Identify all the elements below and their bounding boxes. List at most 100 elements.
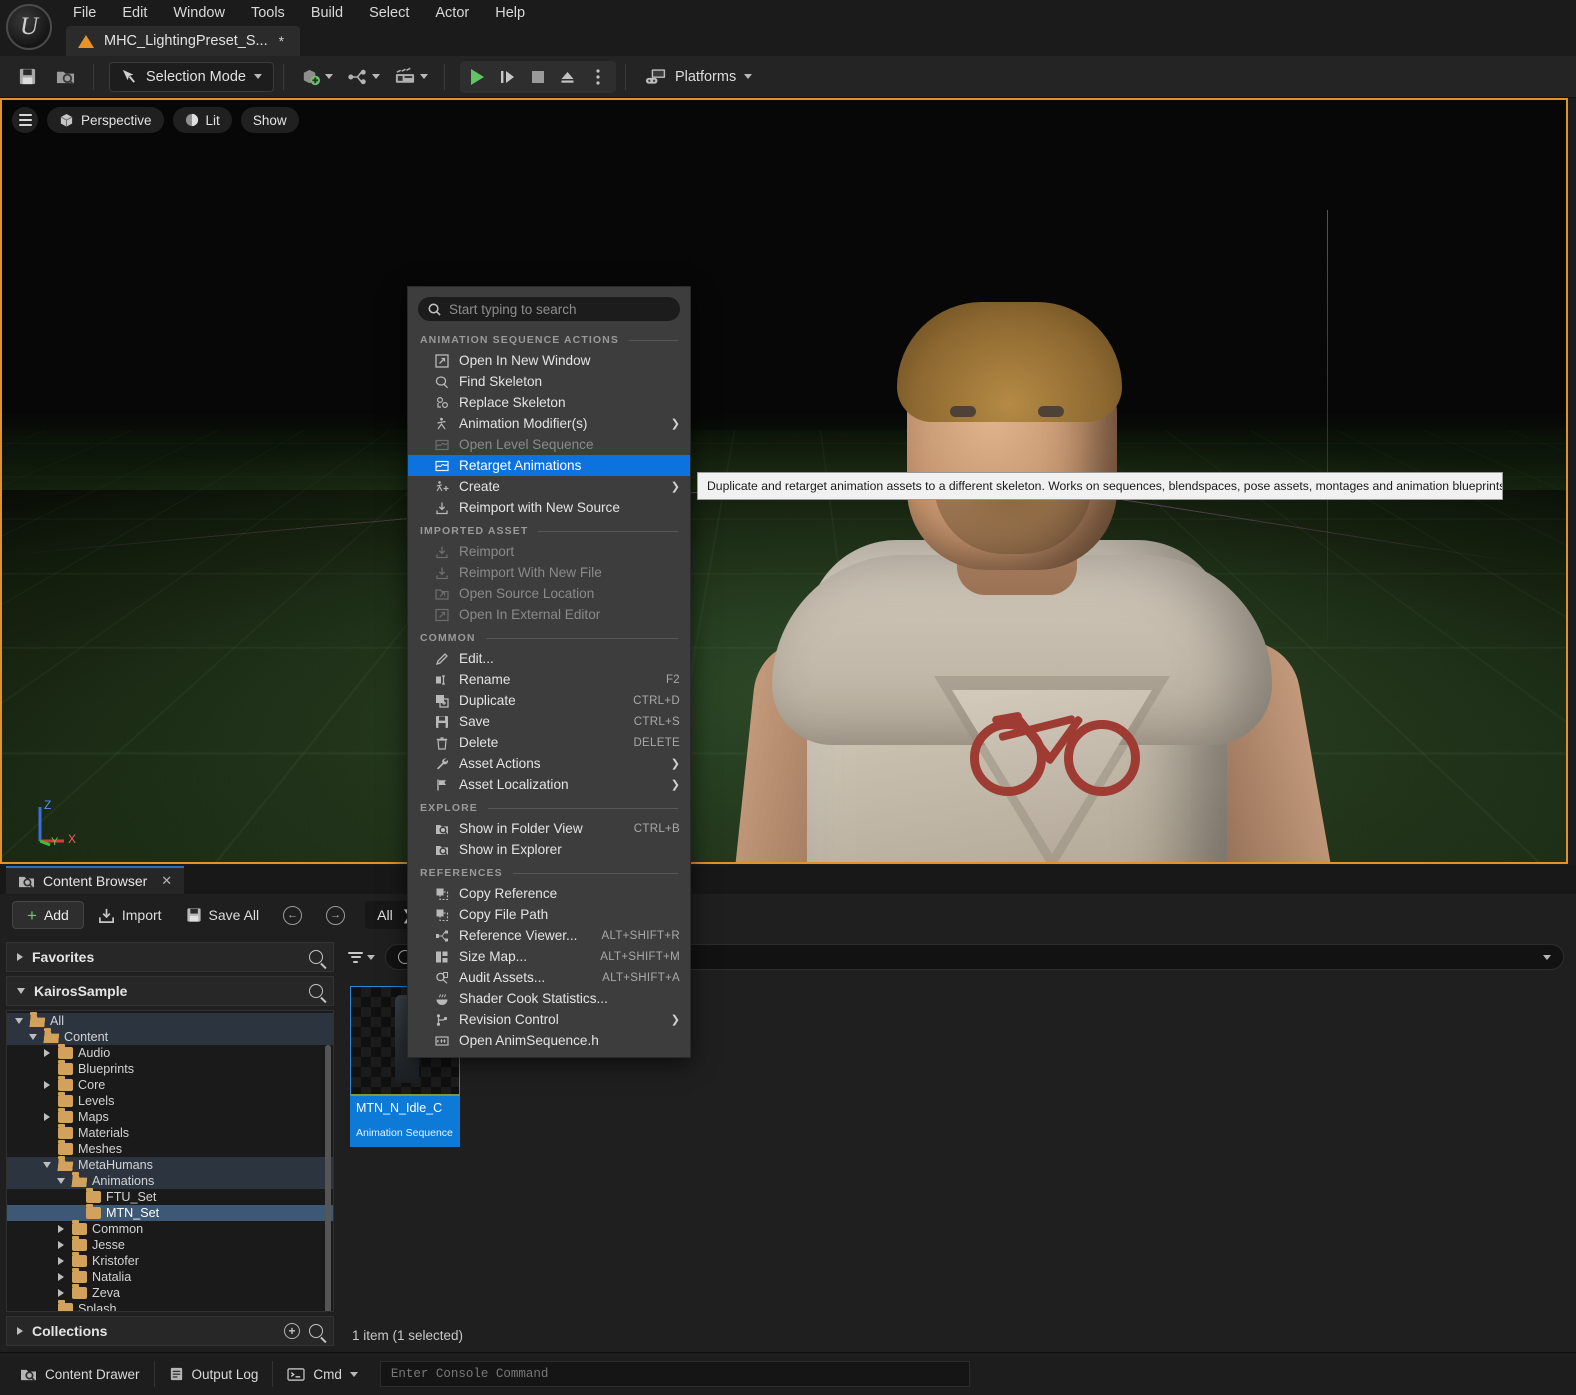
chevron-right-icon[interactable] [55,1289,67,1297]
menu-item-shader-cook-statistics[interactable]: Shader Cook Statistics... [408,988,690,1009]
menu-item-show-in-folder-view[interactable]: Show in Folder View CTRL+B [408,818,690,839]
menu-item-duplicate[interactable]: Duplicate CTRL+D [408,690,690,711]
viewport-show-button[interactable]: Show [240,107,299,133]
play-button[interactable] [463,62,493,92]
tree-item-zeva[interactable]: Zeva [7,1284,333,1301]
collections-header[interactable]: Collections + [6,1316,334,1346]
chevron-right-icon[interactable] [55,1225,67,1233]
asset-context-menu[interactable]: ANIMATION SEQUENCE ACTIONS Open In New Wi… [407,286,691,1058]
tree-item-blueprints[interactable]: Blueprints [7,1060,333,1077]
menu-item-create[interactable]: Create ❯ [408,476,690,497]
tree-item-metahumans[interactable]: MetaHumans [7,1156,333,1173]
menu-item-open-animsequence-h[interactable]: Open AnimSequence.h [408,1030,690,1051]
selection-mode-button[interactable]: Selection Mode [109,61,274,92]
tree-item-jesse[interactable]: Jesse [7,1236,333,1253]
menu-item-replace-skeleton[interactable]: Replace Skeleton [408,392,690,413]
chevron-down-icon[interactable] [13,1018,25,1024]
output-log-button[interactable]: Output Log [155,1359,273,1389]
cmd-button[interactable]: Cmd [273,1359,372,1389]
menu-actor[interactable]: Actor [422,2,482,24]
viewport-view-mode-button[interactable]: Lit [172,107,232,133]
close-icon[interactable]: ✕ [161,873,172,889]
menu-item-size-map[interactable]: Size Map... ALT+SHIFT+M [408,946,690,967]
save-icon[interactable] [8,61,46,93]
tree-item-levels[interactable]: Levels [7,1092,333,1109]
menu-help[interactable]: Help [482,2,538,24]
search-icon-project[interactable] [309,984,323,998]
chevron-down-icon[interactable] [27,1034,39,1040]
menu-build[interactable]: Build [298,2,356,24]
unreal-logo-icon[interactable]: U [6,4,52,50]
menu-item-asset-actions[interactable]: Asset Actions ❯ [408,753,690,774]
tree-item-materials[interactable]: Materials [7,1124,333,1141]
import-button[interactable]: Import [88,901,172,929]
chevron-right-icon[interactable] [55,1241,67,1249]
menu-item-open-in-new-window[interactable]: Open In New Window [408,350,690,371]
back-button[interactable]: ← [273,901,312,929]
add-collection-icon[interactable]: + [284,1323,300,1339]
add-button[interactable]: + Add [12,901,84,929]
forward-button[interactable]: → [316,901,355,929]
tree-item-common[interactable]: Common [7,1220,333,1237]
menu-item-show-in-explorer[interactable]: Show in Explorer [408,839,690,860]
tree-item-meshes[interactable]: Meshes [7,1140,333,1157]
favorites-header[interactable]: Favorites [6,942,334,972]
menu-edit[interactable]: Edit [109,2,160,24]
tree-item-animations[interactable]: Animations [7,1172,333,1189]
menu-item-reference-viewer[interactable]: Reference Viewer... ALT+SHIFT+R [408,925,690,946]
tree-item-natalia[interactable]: Natalia [7,1268,333,1285]
breadcrumb-all[interactable]: All [377,907,393,923]
search-icon-favorites[interactable] [309,950,323,964]
menu-item-copy-reference[interactable]: Copy Reference [408,883,690,904]
cinematics-button[interactable] [387,61,435,93]
context-menu-search-input[interactable] [449,301,670,317]
step-button[interactable] [493,62,523,92]
chevron-right-icon[interactable] [55,1257,67,1265]
save-all-button[interactable]: Save All [176,901,270,929]
viewport-menu-button[interactable] [12,107,38,133]
browse-content-icon[interactable] [46,61,84,93]
folder-tree[interactable]: All Content Audio Blueprints Core Levels Maps M… [6,1010,334,1312]
menu-item-save[interactable]: Save CTRL+S [408,711,690,732]
platforms-button[interactable]: Platforms [635,61,762,93]
tree-scrollbar[interactable] [325,1045,331,1311]
menu-item-animation-modifier-s[interactable]: Animation Modifier(s) ❯ [408,413,690,434]
context-menu-search[interactable] [418,297,680,321]
menu-item-edit[interactable]: Edit... [408,648,690,669]
eject-button[interactable] [553,62,583,92]
project-header[interactable]: KairosSample [6,976,334,1006]
tree-item-core[interactable]: Core [7,1076,333,1093]
menu-item-find-skeleton[interactable]: Find Skeleton [408,371,690,392]
content-drawer-button[interactable]: Content Drawer [6,1359,154,1389]
blueprints-button[interactable] [340,61,387,93]
tree-item-kristofer[interactable]: Kristofer [7,1252,333,1269]
menu-file[interactable]: File [60,2,109,24]
menu-item-retarget-animations[interactable]: Retarget Animations [408,455,690,476]
tree-item-audio[interactable]: Audio [7,1044,333,1061]
tree-item-maps[interactable]: Maps [7,1108,333,1125]
chevron-down-icon-search[interactable] [1543,954,1551,960]
chevron-right-icon[interactable] [41,1049,53,1057]
chevron-right-icon[interactable] [55,1273,67,1281]
tree-item-content[interactable]: Content [7,1028,333,1045]
menu-window[interactable]: Window [160,2,238,24]
chevron-right-icon[interactable] [41,1113,53,1121]
menu-item-delete[interactable]: Delete DELETE [408,732,690,753]
search-icon-collections[interactable] [309,1324,323,1338]
menu-select[interactable]: Select [356,2,422,24]
add-actor-button[interactable] [293,61,340,93]
tree-item-all[interactable]: All [7,1012,333,1029]
menu-item-asset-localization[interactable]: Asset Localization ❯ [408,774,690,795]
menu-tools[interactable]: Tools [238,2,298,24]
menu-item-copy-file-path[interactable]: Copy File Path [408,904,690,925]
chevron-down-icon[interactable] [55,1178,67,1184]
tree-item-ftu-set[interactable]: FTU_Set [7,1188,333,1205]
tree-item-mtn-set[interactable]: MTN_Set [7,1204,333,1221]
filter-button[interactable] [348,951,375,963]
stop-button[interactable] [523,62,553,92]
menu-item-rename[interactable]: Rename F2 [408,669,690,690]
tree-item-splash[interactable]: Splash [7,1300,333,1311]
content-browser-tab[interactable]: Content Browser ✕ [6,866,185,894]
console-command-input[interactable]: Enter Console Command [379,1361,970,1387]
viewport-camera-mode-button[interactable]: Perspective [47,107,164,133]
